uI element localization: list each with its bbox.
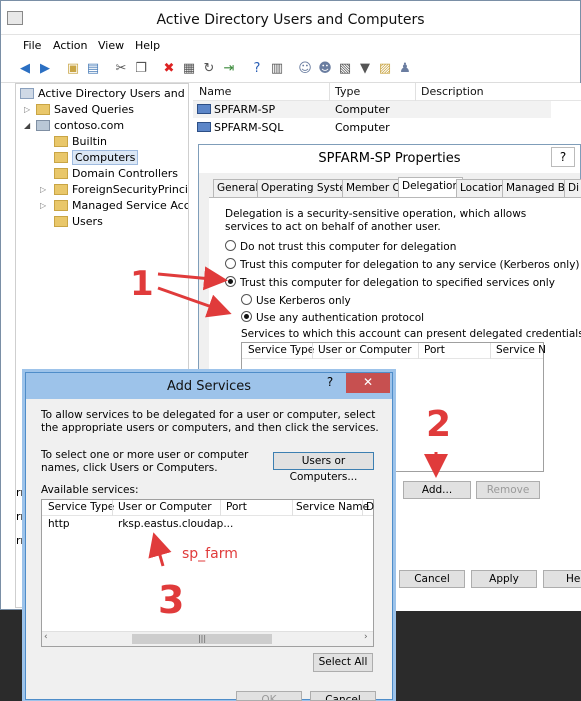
annotation-step-1: 1 xyxy=(130,264,154,304)
annotation-step-3: 3 xyxy=(158,578,185,622)
annotation-sp-farm: sp_farm xyxy=(182,546,238,562)
annotation-arrows xyxy=(148,266,448,567)
annotation-step-2: 2 xyxy=(426,404,452,445)
annotation-arrow xyxy=(157,286,232,318)
annotation-arrow xyxy=(157,266,228,291)
annotation-arrow xyxy=(148,532,172,567)
